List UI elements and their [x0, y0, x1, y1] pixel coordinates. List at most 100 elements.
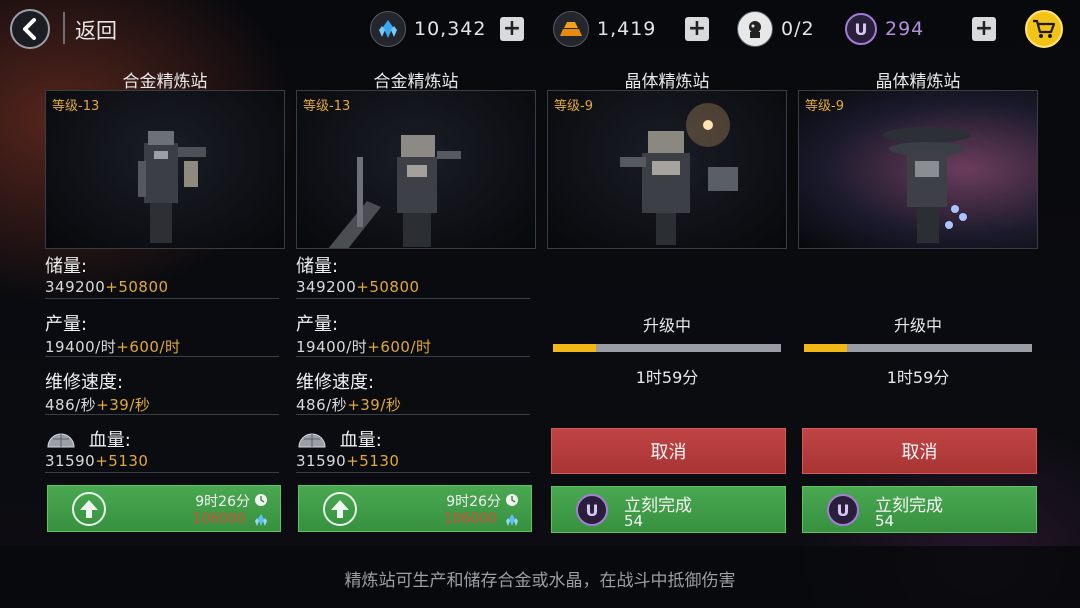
upgrade-button[interactable]: 9时26分 106000 [47, 485, 281, 532]
upgrading-label: 升级中 [642, 316, 691, 335]
refinery-card-3: 晶体精炼站 等级-9 升级中 1时59分 取消 U 立刻完成 54 [545, 62, 789, 540]
station-image[interactable]: 等级-9 [547, 90, 787, 249]
storage-value: 349200+50800 [45, 278, 169, 296]
pilot-resource: 0/2 [737, 10, 815, 48]
hp-label-row: 血量: [298, 426, 382, 452]
refinery-card-4: 晶体精炼站 等级-9 升级中 1时59分 取消 U 立刻完成 54 [796, 62, 1040, 540]
back-button[interactable] [10, 9, 50, 49]
refinery-card-1: 合金精炼站 等级-13 储量: 349200+50800 产量: 19400/时… [43, 62, 287, 540]
alloy-bar-icon [553, 11, 589, 47]
cart-icon [1033, 19, 1056, 38]
storage-base: 349200 [296, 278, 357, 296]
storage-bonus: +50800 [356, 278, 420, 296]
upgrade-cost: 106000 [192, 511, 246, 527]
finish-now-button[interactable]: U 立刻完成 54 [551, 486, 786, 533]
production-bonus: +600/时 [367, 338, 432, 356]
cancel-upgrade-button[interactable]: 取消 [551, 428, 786, 474]
top-bar: 返回 10,342 + 1,419 + 0/2 U 294 + [0, 0, 1080, 58]
divider [45, 356, 279, 357]
divider [45, 472, 279, 473]
repair-base: 486/秒 [296, 396, 348, 414]
level-tag: 等级-13 [303, 99, 351, 114]
upgrade-time: 9时26分 [195, 494, 250, 510]
alloy-count: 1,419 [597, 18, 657, 40]
u-coin-icon: U [576, 494, 608, 526]
production-label: 产量: [296, 314, 339, 335]
storage-value: 349200+50800 [296, 278, 420, 296]
back-label[interactable]: 返回 [75, 15, 117, 45]
production-label: 产量: [45, 314, 88, 335]
repair-value: 486/秒+39/秒 [45, 394, 150, 415]
repair-value: 486/秒+39/秒 [296, 394, 401, 415]
card-title: 晶体精炼站 [875, 72, 961, 92]
footer-bar: 精炼站可生产和储存合金或水晶，在战斗中抵御伤害 [0, 546, 1080, 608]
crystal-icon [506, 514, 518, 526]
production-value: 19400/时+600/时 [296, 336, 432, 357]
production-base: 19400/时 [296, 338, 368, 356]
divider [45, 298, 279, 299]
upgrade-progress-bar [804, 344, 1032, 352]
repair-label: 维修速度: [45, 372, 124, 393]
finish-now-cost: 54 [624, 512, 644, 530]
hp-label: 血量: [88, 430, 131, 451]
shield-dome-icon [298, 433, 326, 448]
shield-dome-icon [47, 433, 75, 448]
repair-bonus: +39/秒 [96, 396, 151, 414]
u-coin-icon: U [827, 494, 859, 526]
station-image[interactable]: 等级-13 [296, 90, 536, 249]
clock-icon [506, 494, 518, 506]
station-illustration [883, 127, 971, 243]
refinery-card-2: 合金精炼站 等级-13 储量: 349200+50800 产量: 19400/时… [294, 62, 538, 540]
u-coin-icon: U [845, 13, 877, 45]
add-premium-button[interactable]: + [972, 17, 996, 41]
upgrade-cost: 106000 [443, 511, 497, 527]
divider [296, 356, 530, 357]
hp-base: 31590 [296, 452, 347, 470]
clock-icon [255, 494, 267, 506]
divider [296, 414, 530, 415]
upgrade-progress-bar [553, 344, 781, 352]
remaining-time: 1时59分 [886, 368, 950, 387]
level-tag: 等级-9 [554, 99, 593, 114]
upgrade-arrow-icon [323, 492, 357, 526]
repair-base: 486/秒 [45, 396, 97, 414]
production-value: 19400/时+600/时 [45, 336, 181, 357]
hp-label-row: 血量: [47, 426, 131, 452]
upgrade-button[interactable]: 9时26分 106000 [298, 485, 532, 532]
add-alloy-button[interactable]: + [685, 17, 709, 41]
finish-now-button[interactable]: U 立刻完成 54 [802, 486, 1037, 533]
production-base: 19400/时 [45, 338, 117, 356]
card-title: 合金精炼站 [122, 72, 208, 92]
repair-bonus: +39/秒 [347, 396, 402, 414]
station-image[interactable]: 等级-9 [798, 90, 1038, 249]
cancel-upgrade-button[interactable]: 取消 [802, 428, 1037, 474]
divider [63, 12, 65, 44]
premium-resource: U 294 [845, 10, 924, 48]
divider [45, 414, 279, 415]
crystal-icon [370, 11, 406, 47]
crystal-resource: 10,342 [370, 10, 486, 48]
hp-bonus: +5130 [95, 452, 149, 470]
divider [296, 298, 530, 299]
hp-label: 血量: [339, 430, 382, 451]
upgrade-time: 9时26分 [446, 494, 501, 510]
repair-label: 维修速度: [296, 372, 375, 393]
upgrade-arrow-icon [72, 492, 106, 526]
storage-label: 储量: [296, 256, 339, 277]
crystal-count: 10,342 [414, 18, 487, 40]
station-illustration [138, 131, 206, 243]
level-tag: 等级-9 [805, 99, 844, 114]
alloy-resource: 1,419 [553, 10, 656, 48]
add-crystal-button[interactable]: + [500, 17, 524, 41]
station-image[interactable]: 等级-13 [45, 90, 285, 249]
footer-description: 精炼站可生产和储存合金或水晶，在战斗中抵御伤害 [344, 571, 736, 591]
remaining-time: 1时59分 [635, 368, 699, 387]
progress-fill [553, 344, 597, 352]
production-bonus: +600/时 [116, 338, 181, 356]
station-illustration [328, 135, 461, 248]
level-tag: 等级-13 [52, 99, 100, 114]
premium-count: 294 [885, 18, 925, 40]
shop-cart-button[interactable] [1025, 10, 1063, 48]
hp-value: 31590+5130 [296, 452, 399, 470]
upgrading-label: 升级中 [893, 316, 942, 335]
